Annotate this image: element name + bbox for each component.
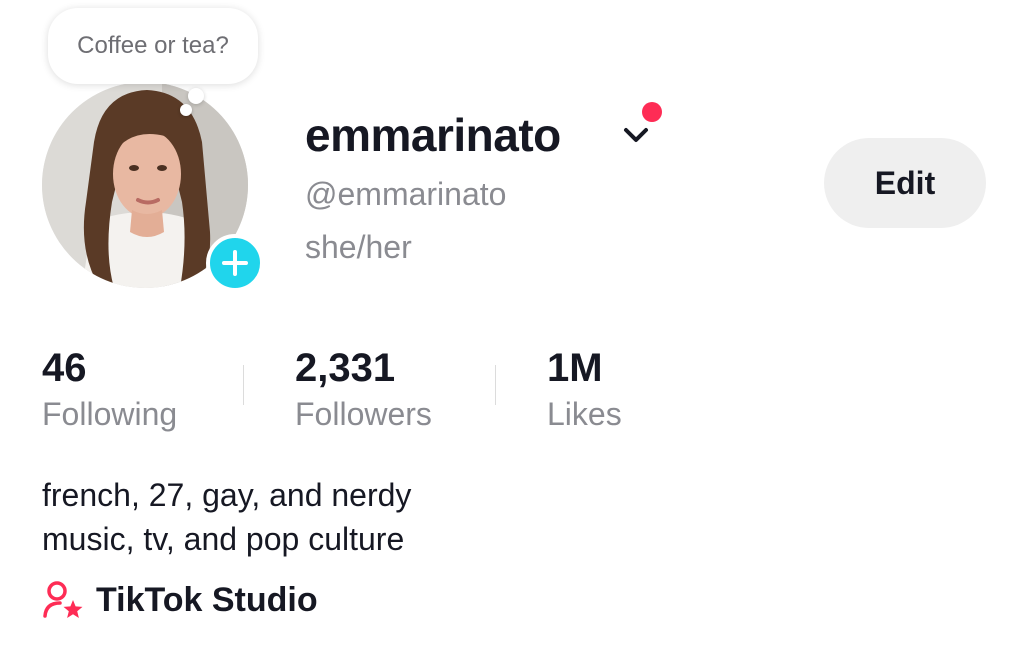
- following-label: Following: [42, 396, 178, 432]
- stat-likes[interactable]: 1M Likes: [547, 346, 622, 436]
- bio-line: french, 27, gay, and nerdy: [42, 477, 412, 513]
- add-story-button[interactable]: [206, 234, 264, 292]
- person-star-icon: [43, 581, 83, 618]
- pronouns: she/her: [305, 229, 412, 265]
- edit-profile-button[interactable]: Edit: [824, 138, 986, 228]
- display-name: emmarinato: [305, 109, 561, 161]
- note-bubble-tail-small: [180, 104, 192, 116]
- avatar-container[interactable]: [42, 82, 264, 292]
- plus-icon: [222, 250, 248, 276]
- followers-label: Followers: [295, 396, 432, 432]
- likes-label: Likes: [547, 396, 622, 432]
- likes-count: 1M: [547, 346, 603, 390]
- followers-count: 2,331: [295, 346, 396, 390]
- chevron-down-icon[interactable]: [620, 122, 652, 146]
- username-handle: @emmarinato: [305, 176, 507, 212]
- bio-line: music, tv, and pop culture: [42, 521, 405, 557]
- tiktok-studio-link[interactable]: TikTok Studio: [42, 578, 318, 622]
- notification-dot: [642, 102, 662, 122]
- bio: french, 27, gay, and nerdy music, tv, an…: [42, 473, 411, 561]
- stat-divider: [243, 365, 244, 405]
- tiktok-studio-label: TikTok Studio: [96, 580, 318, 619]
- following-count: 46: [42, 346, 87, 390]
- note-bubble-tail: [188, 88, 204, 104]
- note-text: Coffee or tea?: [77, 32, 229, 59]
- stat-followers[interactable]: 2,331 Followers: [295, 346, 432, 436]
- stat-divider: [495, 365, 496, 405]
- stat-following[interactable]: 46 Following: [42, 346, 177, 436]
- note-bubble[interactable]: Coffee or tea?: [48, 8, 258, 84]
